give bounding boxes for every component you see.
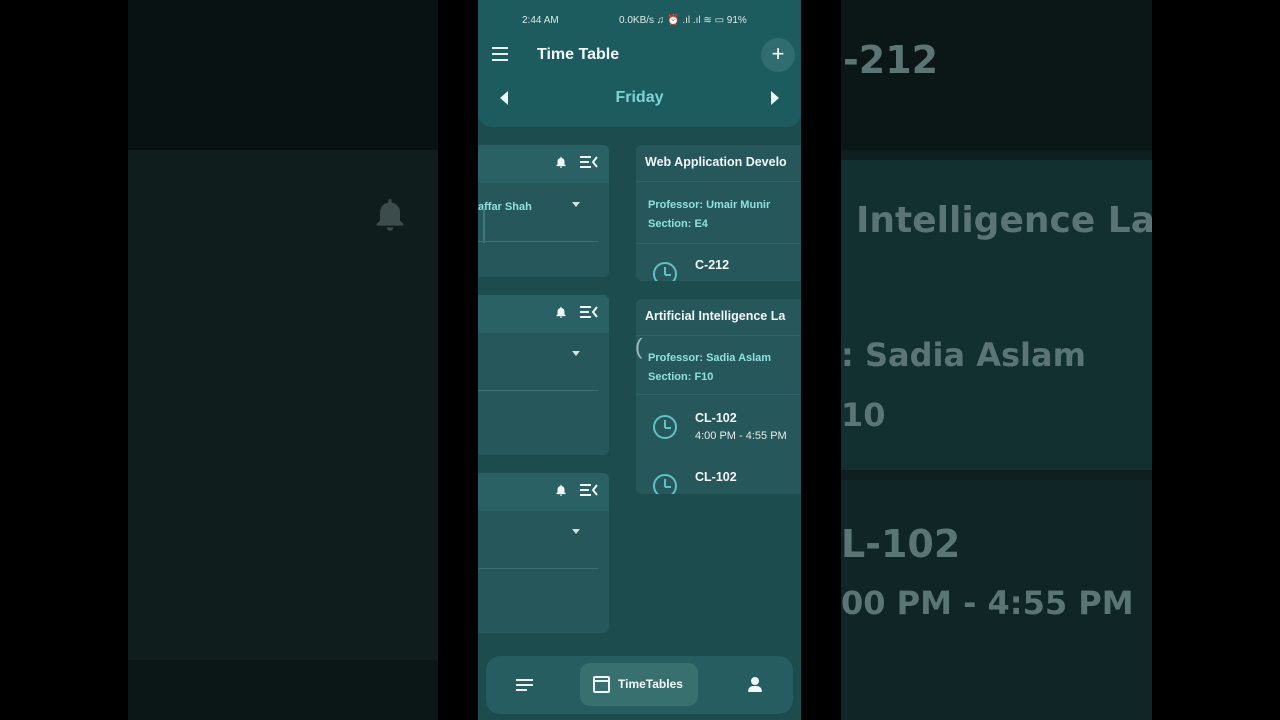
course-card[interactable]: Web Application Develo Professor: Umair … — [636, 145, 801, 281]
background-text: Intelligence La — [856, 200, 1152, 241]
background-left-panel — [128, 0, 438, 720]
list-collapse-icon[interactable] — [580, 482, 598, 498]
add-button[interactable]: + — [761, 38, 795, 72]
course-card[interactable]: affar Shah — [478, 145, 609, 277]
tab-label: TimeTables — [618, 677, 683, 691]
chevron-down-icon[interactable] — [572, 351, 580, 356]
course-card[interactable]: Artificial Intelligence La Professor: Sa… — [636, 299, 801, 494]
background-text: : Sadia Aslam — [841, 336, 1086, 374]
bell-icon — [376, 199, 404, 231]
bottom-navigation: TimeTables — [486, 656, 793, 714]
calendar-icon — [593, 676, 610, 693]
time-range: 4:00 PM - 4:55 PM — [695, 430, 787, 442]
professor-name: Professor: Sadia Aslam — [648, 352, 772, 364]
list-collapse-icon[interactable] — [580, 154, 598, 170]
course-card[interactable] — [478, 473, 609, 633]
bell-icon[interactable] — [554, 304, 568, 320]
profile-icon[interactable] — [747, 677, 763, 693]
decorative-mark: ( — [635, 334, 643, 359]
clock-icon — [653, 262, 677, 281]
app-header: 2:44 AM 0.0KB/s ♫ ⏰ .ıl .ıl ≋ ▭ 91% Time… — [478, 0, 801, 127]
clock-icon — [653, 415, 677, 439]
professor-name: Professor: Umair Munir — [648, 199, 771, 211]
room-label: C-212 — [695, 258, 730, 272]
divider — [636, 181, 801, 182]
divider — [478, 241, 598, 242]
course-title: Web Application Develo — [645, 155, 787, 169]
divider — [478, 390, 598, 391]
background-text: 10 — [841, 396, 886, 434]
background-text: -212 — [843, 38, 939, 82]
status-bar: 2:44 AM 0.0KB/s ♫ ⏰ .ıl .ıl ≋ ▭ 91% — [478, 0, 801, 40]
chevron-down-icon[interactable] — [572, 529, 580, 534]
status-time: 2:44 AM — [522, 15, 559, 26]
professor-name: affar Shah — [478, 201, 532, 213]
list-icon[interactable] — [516, 679, 533, 694]
course-title: Artificial Intelligence La — [645, 309, 786, 323]
bell-icon[interactable] — [554, 482, 568, 498]
divider — [636, 335, 801, 336]
bell-icon[interactable] — [554, 154, 568, 170]
phone-screen: 2:44 AM 0.0KB/s ♫ ⏰ .ıl .ıl ≋ ▭ 91% Time… — [478, 0, 801, 720]
section-label: Section: F10 — [648, 371, 714, 383]
room-label: CL-102 — [695, 470, 737, 484]
background-right-panel: -212 Intelligence La : Sadia Aslam 10 L-… — [841, 0, 1152, 720]
section-label: Section: E4 — [648, 218, 708, 230]
menu-icon[interactable] — [492, 47, 510, 61]
tab-timetables[interactable]: TimeTables — [580, 663, 698, 706]
divider — [483, 207, 485, 243]
room-label: CL-102 — [695, 411, 737, 425]
list-collapse-icon[interactable] — [580, 304, 598, 320]
current-day: Friday — [615, 89, 664, 106]
course-card[interactable] — [478, 295, 609, 455]
chevron-down-icon[interactable] — [572, 202, 580, 207]
background-band — [128, 0, 438, 150]
next-day-icon[interactable] — [771, 91, 779, 105]
divider — [478, 568, 598, 569]
background-text: L-102 — [841, 522, 961, 566]
background-text: 00 PM - 4:55 PM — [841, 584, 1134, 622]
clock-icon — [653, 474, 677, 494]
divider — [636, 243, 801, 244]
page-title: Time Table — [537, 46, 620, 63]
divider — [636, 394, 801, 395]
status-indicators: 0.0KB/s ♫ ⏰ .ıl .ıl ≋ ▭ 91% — [619, 15, 747, 26]
